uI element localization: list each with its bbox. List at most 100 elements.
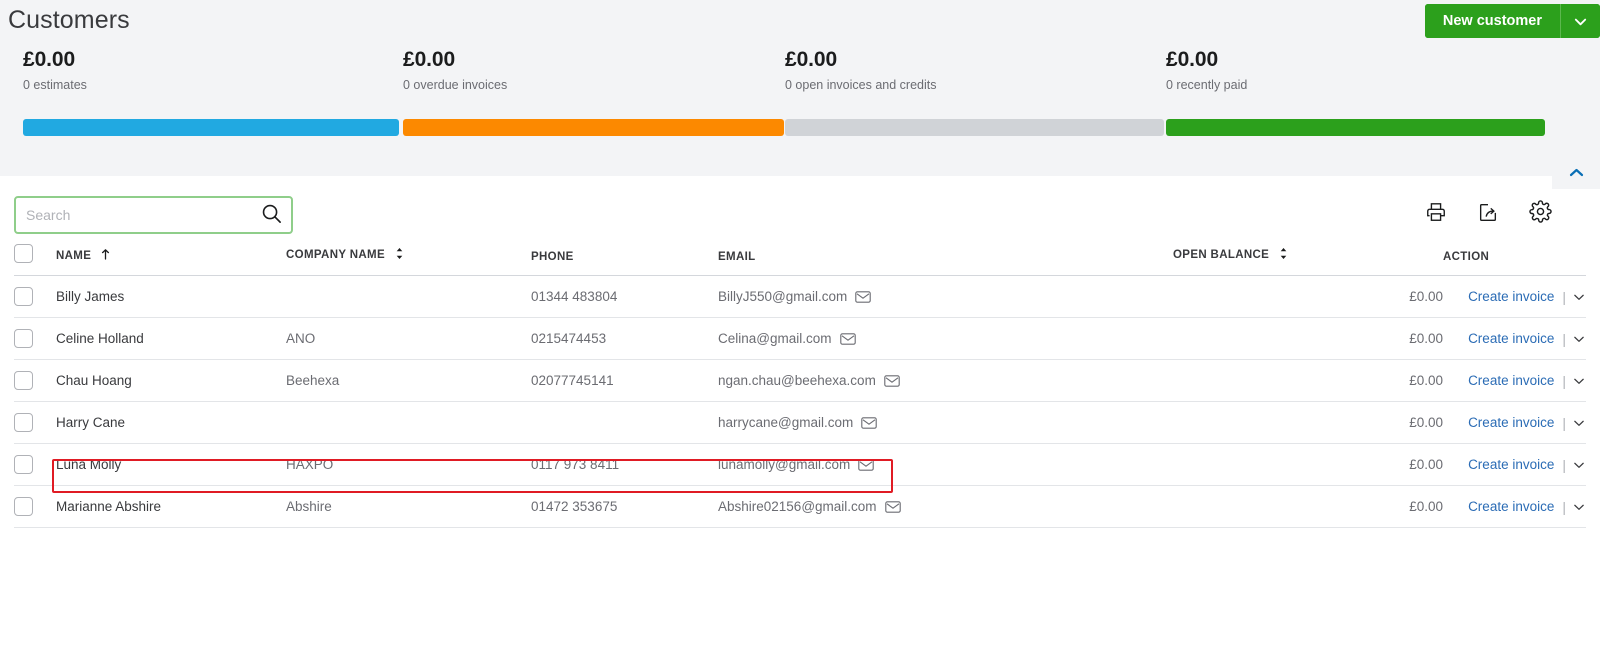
- envelope-icon[interactable]: [855, 290, 872, 304]
- row-checkbox[interactable]: [14, 371, 33, 390]
- cell-action: Create invoice |: [1443, 402, 1586, 444]
- settings-button[interactable]: [1529, 200, 1552, 228]
- search-input[interactable]: [16, 198, 251, 232]
- column-header-phone[interactable]: PHONE: [531, 244, 718, 276]
- table-row[interactable]: Chau Hoang Beehexa 02077745141 ngan.chau@be…: [14, 360, 1586, 402]
- action-dropdown-button[interactable]: [1572, 374, 1586, 388]
- summary-bar[interactable]: [1166, 119, 1545, 136]
- new-customer-dropdown-button[interactable]: [1560, 4, 1600, 38]
- row-select-cell: [14, 318, 56, 360]
- summary-card[interactable]: £0.00 0 open invoices and credits: [785, 48, 936, 92]
- column-label-phone: PHONE: [531, 251, 574, 263]
- toolbar-icons: [1425, 200, 1552, 228]
- column-header-action: ACTION: [1443, 244, 1586, 276]
- sort-both-icon: [1279, 247, 1288, 263]
- column-label-action: ACTION: [1443, 251, 1490, 263]
- cell-name[interactable]: Marianne Abshire: [56, 486, 286, 528]
- customer-name: Marianne Abshire: [56, 499, 162, 514]
- cell-phone: 0117 973 8411: [531, 457, 620, 472]
- cell-name[interactable]: Celine Holland: [56, 318, 286, 360]
- customer-email: BillyJ550@gmail.com: [718, 289, 848, 304]
- row-checkbox[interactable]: [14, 497, 33, 516]
- summary-label: 0 open invoices and credits: [785, 78, 937, 92]
- action-divider: |: [1562, 288, 1566, 305]
- cell-balance: £0.00: [1409, 331, 1443, 346]
- create-invoice-link[interactable]: Create invoice: [1468, 373, 1554, 388]
- search-box[interactable]: [14, 196, 293, 234]
- cell-company: [286, 276, 531, 318]
- envelope-icon[interactable]: [861, 416, 878, 430]
- summary-card[interactable]: £0.00 0 overdue invoices: [403, 48, 507, 92]
- cell-email: harrycane@gmail.com: [718, 402, 1173, 444]
- new-customer-button[interactable]: New customer: [1424, 4, 1560, 38]
- column-header-email[interactable]: EMAIL: [718, 244, 1173, 276]
- cell-email: Celina@gmail.com: [718, 318, 1173, 360]
- row-select-cell: [14, 444, 56, 486]
- row-checkbox[interactable]: [14, 287, 33, 306]
- table-body: Billy James 01344 483804 BillyJ550@gmail.c…: [14, 276, 1586, 528]
- customer-name: Chau Hoang: [56, 373, 132, 388]
- create-invoice-link[interactable]: Create invoice: [1468, 415, 1554, 430]
- column-label-email: EMAIL: [718, 251, 756, 263]
- cell-name[interactable]: Chau Hoang: [56, 360, 286, 402]
- table-toolbar: [0, 196, 1600, 240]
- summary-bar[interactable]: [403, 119, 784, 136]
- table-row[interactable]: Luna Molly HAXPO 0117 973 8411 lunamolly@gm…: [14, 444, 1586, 486]
- collapse-summary-button[interactable]: [1552, 163, 1600, 189]
- row-checkbox[interactable]: [14, 329, 33, 348]
- cell-name[interactable]: Billy James: [56, 276, 286, 318]
- summary-card[interactable]: £0.00 0 recently paid: [1166, 48, 1247, 92]
- cell-name[interactable]: Harry Cane: [56, 402, 286, 444]
- cell-company: HAXPO: [286, 457, 334, 472]
- column-header-balance[interactable]: OPEN BALANCE: [1173, 244, 1443, 276]
- envelope-icon[interactable]: [884, 374, 900, 388]
- envelope-icon[interactable]: [839, 332, 856, 346]
- chevron-up-icon: [1568, 166, 1585, 184]
- action-dropdown-button[interactable]: [1572, 458, 1586, 472]
- column-label-balance: OPEN BALANCE: [1173, 249, 1270, 262]
- customer-email: ngan.chau@beehexa.com: [718, 373, 876, 388]
- row-checkbox[interactable]: [14, 455, 33, 474]
- create-invoice-link[interactable]: Create invoice: [1468, 331, 1554, 346]
- sort-asc-icon: [101, 249, 110, 263]
- table-row[interactable]: Marianne Abshire Abshire 01472 353675 Abshi…: [14, 486, 1586, 528]
- table-row[interactable]: Harry Cane harrycane@gmail.com £0.00 Create…: [14, 402, 1586, 444]
- search-button[interactable]: [251, 198, 291, 232]
- action-divider: |: [1562, 372, 1566, 389]
- column-header-company[interactable]: COMPANY NAME: [286, 244, 531, 276]
- cell-name[interactable]: Luna Molly: [56, 444, 286, 486]
- select-all-checkbox[interactable]: [14, 244, 33, 263]
- cell-email: ngan.chau@beehexa.com: [718, 360, 1173, 402]
- new-customer-group: New customer: [1424, 4, 1600, 38]
- create-invoice-link[interactable]: Create invoice: [1468, 457, 1554, 472]
- cell-phone: 0215474453: [531, 331, 607, 346]
- cell-action: Create invoice |: [1443, 318, 1586, 360]
- action-dropdown-button[interactable]: [1572, 332, 1586, 346]
- cell-action: Create invoice |: [1443, 360, 1586, 402]
- action-dropdown-button[interactable]: [1572, 290, 1586, 304]
- create-invoice-link[interactable]: Create invoice: [1468, 499, 1554, 514]
- customer-name: Celine Holland: [56, 331, 144, 346]
- summary-card[interactable]: £0.00 0 estimates: [23, 48, 87, 92]
- cell-action: Create invoice |: [1443, 276, 1586, 318]
- summary-label: 0 overdue invoices: [403, 78, 508, 92]
- action-divider: |: [1562, 330, 1566, 347]
- summary-bar[interactable]: [785, 119, 1164, 136]
- summary-bar[interactable]: [23, 119, 399, 136]
- column-label-name: NAME: [56, 250, 92, 263]
- print-button[interactable]: [1425, 201, 1447, 228]
- table-row[interactable]: Celine Holland ANO 0215474453 Celina@gmail.…: [14, 318, 1586, 360]
- sort-both-icon: [395, 247, 404, 263]
- envelope-icon[interactable]: [858, 458, 875, 472]
- envelope-icon[interactable]: [884, 500, 901, 514]
- customer-email: harrycane@gmail.com: [718, 415, 854, 430]
- cell-phone: 02077745141: [531, 373, 614, 388]
- action-dropdown-button[interactable]: [1572, 416, 1586, 430]
- customers-table-card: NAME COMPANY NAME PHONE: [0, 176, 1600, 596]
- export-button[interactable]: [1477, 201, 1499, 228]
- action-dropdown-button[interactable]: [1572, 500, 1586, 514]
- create-invoice-link[interactable]: Create invoice: [1468, 289, 1554, 304]
- table-row[interactable]: Billy James 01344 483804 BillyJ550@gmail.c…: [14, 276, 1586, 318]
- row-checkbox[interactable]: [14, 413, 33, 432]
- column-header-name[interactable]: NAME: [56, 244, 286, 276]
